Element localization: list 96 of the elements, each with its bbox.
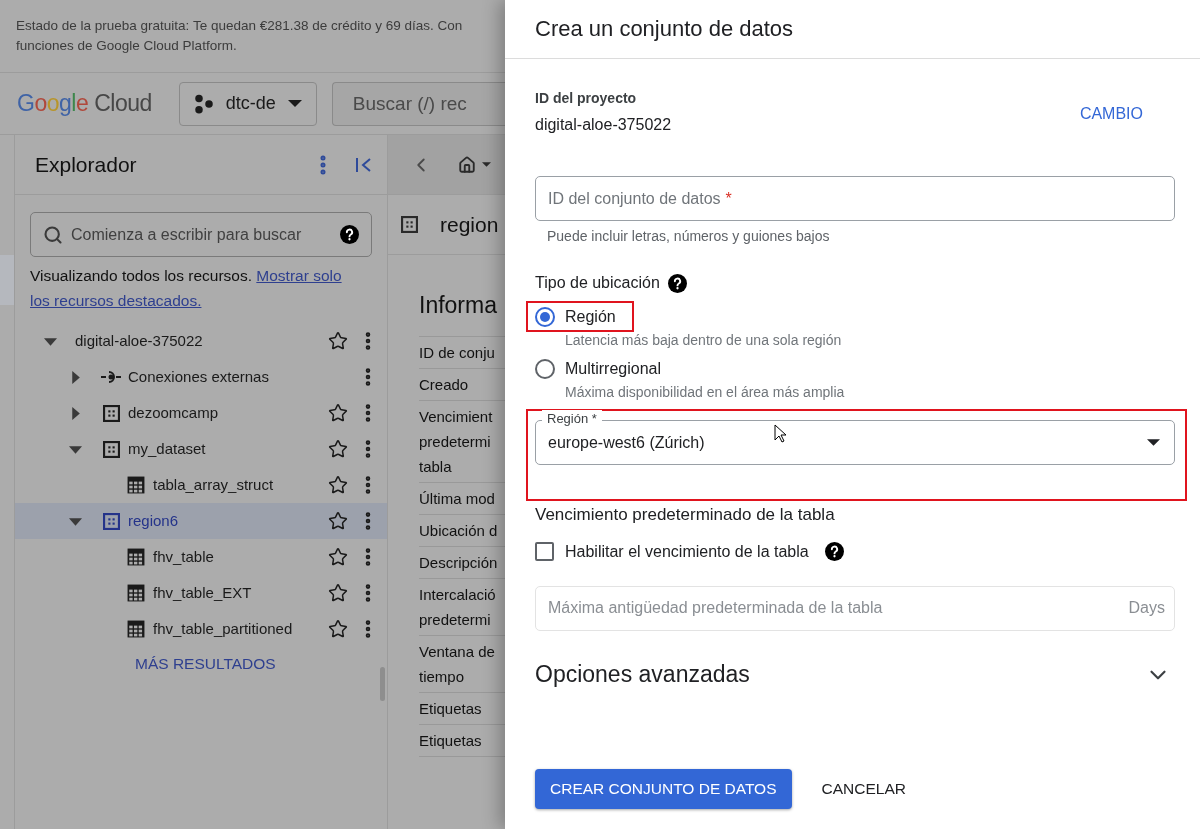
dataset-id-field[interactable]: ID del conjunto de datos *: [535, 176, 1175, 221]
create-dataset-button[interactable]: CREAR CONJUNTO DE DATOS: [535, 768, 792, 809]
location-type-label: Tipo de ubicación: [535, 273, 660, 293]
star-icon[interactable]: [328, 511, 348, 531]
checkbox-label: Habilitar el vencimiento de la tabla: [565, 541, 809, 562]
detail-label: Descripción: [419, 553, 499, 573]
search-field[interactable]: Buscar (/) rec: [331, 81, 505, 126]
featured-resources-link[interactable]: los recursos destacados.: [30, 288, 372, 313]
explorer-title: Explorador: [35, 151, 138, 178]
detail-label: ID de conju: [419, 343, 496, 363]
detail-label: Última mod: [419, 489, 496, 509]
tree-item-label: tabla_array_struct: [153, 474, 275, 495]
table-icon: [127, 476, 145, 494]
change-button[interactable]: CAMBIO: [1079, 102, 1143, 126]
help-icon[interactable]: [824, 542, 844, 561]
dataset-icon: [102, 404, 120, 422]
expiration-title: Vencimiento predeterminado de la tabla: [535, 504, 836, 526]
star-icon[interactable]: [328, 583, 348, 603]
detail-label: tiempo: [419, 667, 466, 687]
tree-row[interactable]: Conexiones externas: [15, 359, 387, 395]
advanced-options-title: Opciones avanzadas: [535, 660, 751, 690]
detail-label: Etiquetas: [419, 699, 483, 719]
option-description: Máxima disponibilidad en el área más amplia: [565, 384, 846, 400]
dataset-icon: [102, 512, 120, 530]
table-icon: [127, 548, 145, 566]
featured-resources-link[interactable]: Mostrar solo: [256, 267, 342, 284]
tree-item-label: dezoomcamp: [128, 402, 220, 423]
star-icon[interactable]: [328, 403, 348, 423]
panel-title: Crea un conjunto de datos: [535, 18, 794, 40]
detail-label: Intercalació: [419, 585, 497, 605]
more-results-link[interactable]: MÁS RESULTADOS: [120, 647, 291, 681]
project-selector[interactable]: dtc-de: [178, 81, 317, 126]
scrollbar[interactable]: [380, 667, 385, 701]
detail-label: tabla: [419, 457, 453, 477]
mouse-cursor-icon: [774, 424, 786, 443]
trial-banner-text: Estado de la prueba gratuita: Te quedan €281.38 de crédito y 69 días. Con: [16, 17, 464, 35]
detail-label: Creado: [419, 375, 470, 395]
resources-notice: Visualizando todos los recursos. Mostrar solo: [30, 266, 343, 286]
tree-row[interactable]: dezoomcamp: [15, 395, 387, 431]
logo[interactable]: Google Cloud: [17, 86, 152, 121]
detail-label: predetermi: [419, 610, 492, 630]
project-icon: [193, 93, 214, 114]
detail-label: Ubicación d: [419, 521, 499, 541]
star-icon[interactable]: [328, 439, 348, 459]
connection-icon: [100, 369, 122, 385]
tree-item-label: region6: [128, 510, 180, 531]
detail-label: Vencimient: [419, 407, 494, 427]
collapse-panel-icon[interactable]: [355, 156, 373, 173]
detail-label: Ventana de: [419, 642, 496, 662]
dataset-icon: [401, 216, 418, 233]
tree-item-label: fhv_table_EXT: [153, 582, 253, 603]
radio-label: Multirregional: [565, 358, 662, 379]
project-id-label: ID del proyecto: [535, 89, 638, 108]
table-icon: [127, 584, 145, 602]
section-heading: Informa: [419, 291, 498, 320]
tree-item-label: fhv_table: [153, 546, 215, 567]
table-icon: [127, 620, 145, 638]
tree-item-label: digital-aloe-375022: [75, 330, 204, 351]
tree-row[interactable]: tabla_array_struct: [15, 467, 387, 503]
tree-row[interactable]: my_dataset: [15, 431, 387, 467]
tree-row[interactable]: fhv_table: [15, 539, 387, 575]
tree-row[interactable]: region6: [15, 503, 387, 539]
tree-row[interactable]: fhv_table_EXT: [15, 575, 387, 611]
radio-label: Región: [565, 306, 616, 327]
explorer-search-field[interactable]: Comienza a escribir para buscar: [30, 212, 372, 257]
star-icon[interactable]: [328, 619, 348, 639]
tree-item-label: my_dataset: [128, 438, 207, 459]
detail-label: predetermi: [419, 432, 492, 452]
help-icon[interactable]: [340, 225, 359, 244]
explorer-search-input[interactable]: Comienza a escribir para buscar: [71, 222, 332, 247]
star-icon[interactable]: [328, 547, 348, 567]
unit-label: Days: [1128, 598, 1165, 618]
star-icon[interactable]: [328, 331, 348, 351]
tree-row[interactable]: digital-aloe-375022: [15, 323, 387, 359]
dataset-icon: [102, 440, 120, 458]
trial-banner-text: funciones de Google Cloud Platform.: [16, 37, 238, 55]
dropdown-arrow-icon: [1147, 439, 1160, 446]
radio-button[interactable]: [535, 306, 555, 327]
project-id-value: digital-aloe-375022: [535, 115, 673, 135]
home-icon[interactable]: [458, 155, 476, 174]
field-hint: Puede incluir letras, números y guiones bajos: [546, 227, 831, 246]
cancel-button[interactable]: CANCELAR: [805, 768, 922, 809]
tree-row[interactable]: fhv_table_partitioned: [15, 611, 387, 647]
radio-button[interactable]: [535, 358, 555, 379]
search-icon: [43, 224, 63, 245]
dataset-title: region: [440, 211, 499, 238]
checkbox[interactable]: [535, 542, 554, 561]
help-icon[interactable]: [667, 273, 687, 293]
rail-highlight: [0, 255, 14, 305]
option-description: Latencia más baja dentro de una sola región: [565, 332, 843, 348]
detail-label: Etiquetas: [419, 731, 483, 751]
tree-item-label: fhv_table_partitioned: [153, 618, 294, 639]
tree-item-label: Conexiones externas: [128, 366, 270, 387]
star-icon[interactable]: [328, 475, 348, 495]
dropdown-arrow-icon: [287, 100, 302, 107]
dropdown-arrow-icon[interactable]: [482, 162, 491, 167]
